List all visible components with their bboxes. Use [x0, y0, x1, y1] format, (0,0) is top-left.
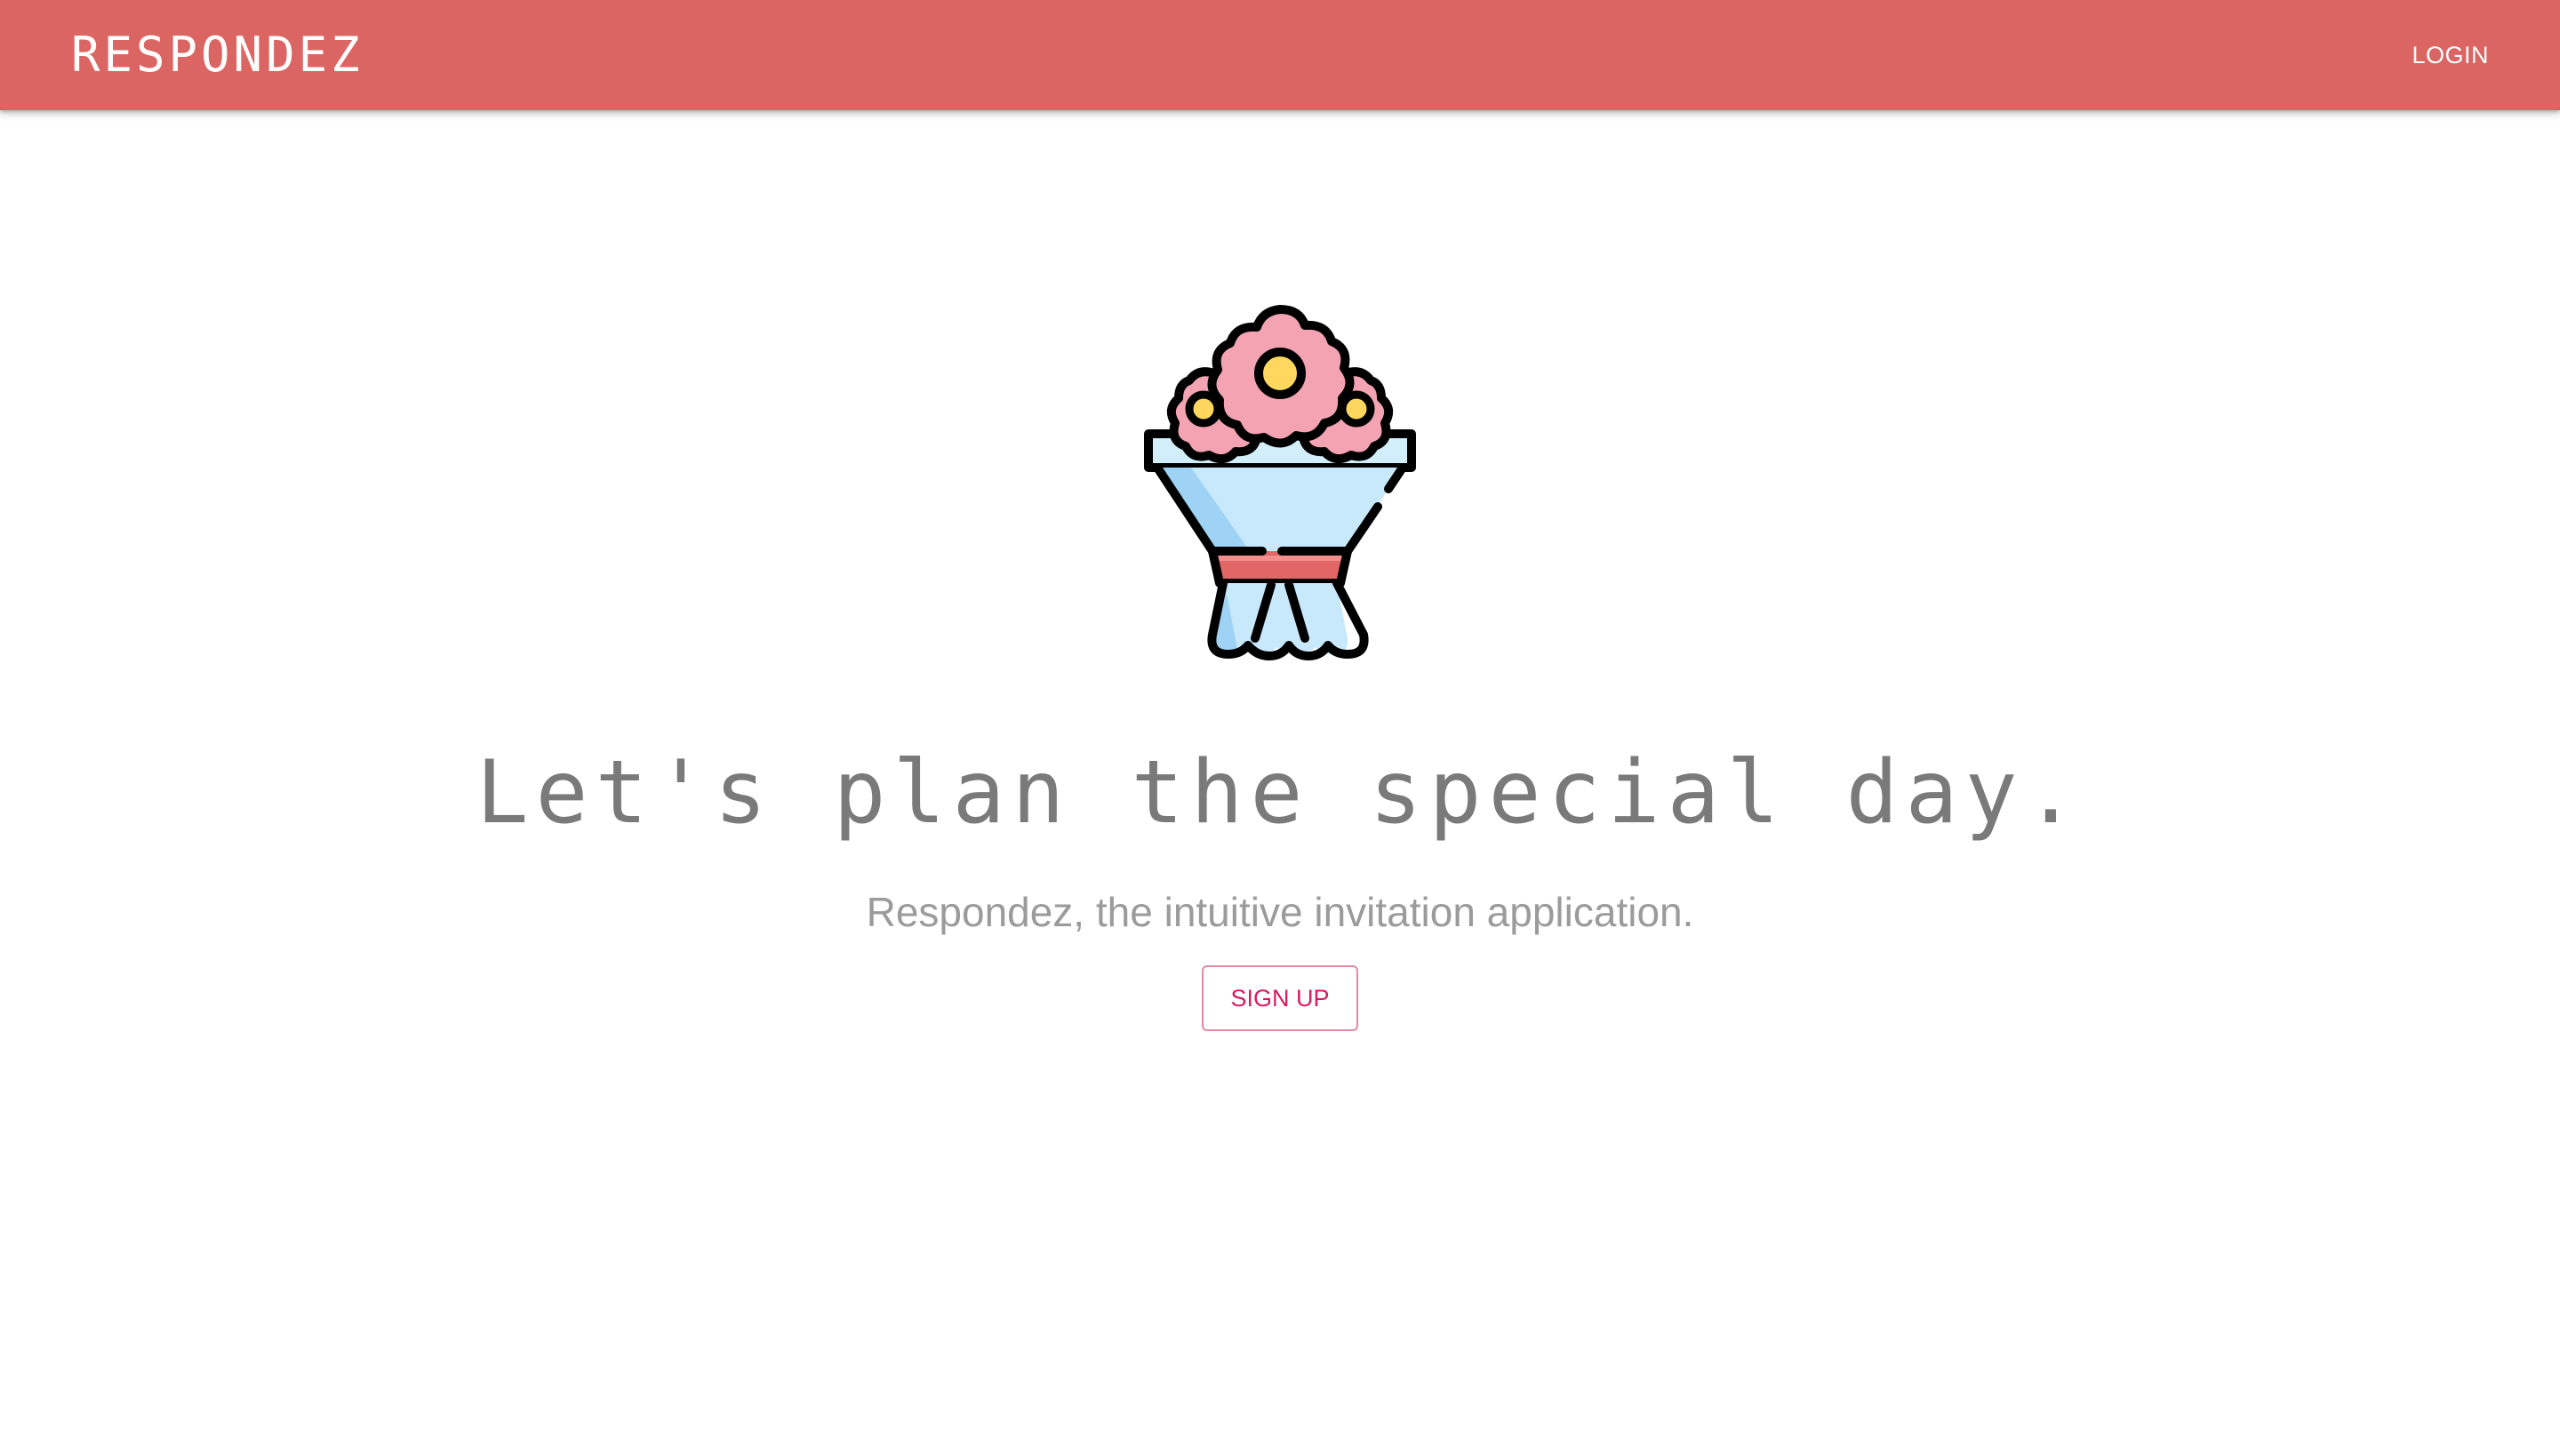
hero-tagline: Respondez, the intuitive invitation appl…: [866, 889, 1694, 935]
login-button[interactable]: LOGIN: [2408, 34, 2492, 76]
hero-headline: Let's plan the special day.: [476, 742, 2084, 844]
sign-up-button[interactable]: SIGN UP: [1202, 965, 1358, 1031]
top-app-bar: RESPONDEZ LOGIN: [0, 0, 2560, 110]
brand-logo[interactable]: RESPONDEZ: [71, 27, 364, 84]
flower-bouquet-icon: [1138, 300, 1422, 674]
